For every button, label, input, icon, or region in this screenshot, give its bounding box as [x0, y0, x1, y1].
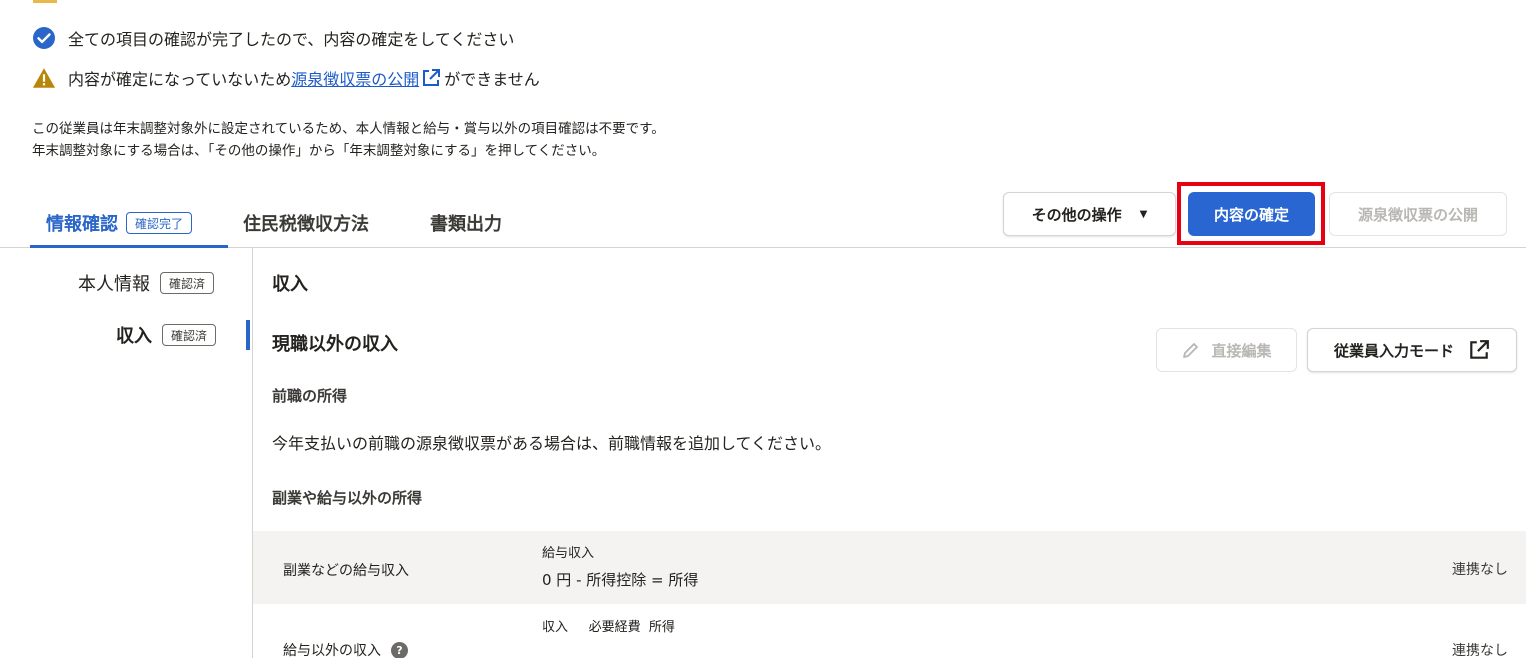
active-tab-indicator: [30, 245, 228, 248]
warning-prefix: 内容が確定になっていないため: [68, 70, 292, 89]
employee-input-mode-button[interactable]: 従業員入力モード: [1307, 328, 1517, 372]
warning-message: 内容が確定になっていないため 源泉徴収票の公開 ができません: [32, 66, 540, 90]
status-badge: 確認済: [160, 272, 215, 294]
status-badge: 確認完了: [126, 212, 193, 234]
completion-text: 全ての項目の確認が完了したので、内容の確定をしてください: [68, 30, 515, 49]
publish-link[interactable]: 源泉徴収票の公開: [291, 66, 419, 90]
employee-input-mode-label: 従業員入力モード: [1333, 341, 1454, 360]
confirm-button[interactable]: 内容の確定: [1188, 192, 1315, 236]
tab-documents-label: 書類出力: [430, 214, 502, 235]
direct-edit-label: 直接編集: [1211, 341, 1272, 360]
note-line-2: 年末調整対象にする場合は、「その他の操作」から「年末調整対象にする」を押してくだ…: [32, 143, 606, 159]
tab-documents[interactable]: 書類出力: [430, 210, 502, 236]
row-status: 連携なし: [1452, 643, 1508, 658]
caret-down-icon: ▼: [1139, 208, 1148, 220]
tab-info-check[interactable]: 情報確認 確認完了: [46, 210, 193, 236]
direct-edit-button[interactable]: 直接編集: [1156, 328, 1297, 372]
external-link-icon[interactable]: [421, 68, 441, 88]
section-title: 現職以外の収入: [272, 334, 398, 355]
tab-resident-tax[interactable]: 住民税徴収方法: [243, 210, 369, 236]
sidebar-item-income[interactable]: 収入 確認済: [116, 322, 217, 348]
completion-message: 全ての項目の確認が完了したので、内容の確定をしてください: [32, 26, 514, 50]
warning-icon: [32, 66, 56, 90]
row-name: 副業などの給与収入: [283, 563, 409, 579]
row-formula: 0 円 - 所得控除 = 所得: [542, 571, 699, 589]
page-title: 収入: [272, 274, 308, 295]
side-income-label: 副業や給与以外の所得: [272, 489, 423, 507]
pencil-icon: [1181, 340, 1201, 360]
external-link-icon: [1468, 339, 1490, 361]
table-row: 給与以外の収入 ? 収入 必要経費 所得 連携なし: [253, 604, 1526, 658]
other-actions-label: その他の操作: [1031, 205, 1122, 224]
status-badge: 確認済: [162, 324, 217, 346]
other-actions-button[interactable]: その他の操作 ▼: [1003, 192, 1176, 236]
check-circle-icon: [32, 26, 56, 50]
top-accent-line: [33, 0, 57, 3]
row-status: 連携なし: [1452, 562, 1508, 578]
row-sublabel: 給与収入: [542, 546, 595, 561]
sidebar-item-personal-info[interactable]: 本人情報 確認済: [78, 270, 215, 296]
warning-suffix: ができません: [444, 70, 540, 89]
row-sublabel: 収入 必要経費 所得: [542, 620, 675, 635]
note-line-1: この従業員は年末調整対象外に設定されているため、本人情報と給与・賞与以外の項目確…: [32, 121, 665, 137]
previous-job-label: 前職の所得: [272, 387, 348, 405]
tab-resident-tax-label: 住民税徴収方法: [243, 214, 369, 235]
previous-job-text: 今年支払いの前職の源泉徴収票がある場合は、前職情報を追加してください。: [272, 434, 832, 453]
help-icon[interactable]: ?: [391, 641, 408, 658]
row-name-wrap: 給与以外の収入 ?: [283, 640, 408, 658]
publish-button[interactable]: 源泉徴収票の公開: [1329, 192, 1507, 236]
row-name: 給与以外の収入: [283, 643, 381, 658]
sidebar-item-label: 本人情報: [78, 274, 150, 295]
tab-info-check-label: 情報確認: [46, 214, 118, 235]
table-row: 副業などの給与収入 給与収入 0 円 - 所得控除 = 所得 連携なし: [253, 531, 1526, 604]
target-note: この従業員は年末調整対象外に設定されているため、本人情報と給与・賞与以外の項目確…: [32, 118, 665, 162]
sidebar-item-label: 収入: [116, 326, 152, 347]
sidebar-active-indicator: [246, 320, 250, 350]
